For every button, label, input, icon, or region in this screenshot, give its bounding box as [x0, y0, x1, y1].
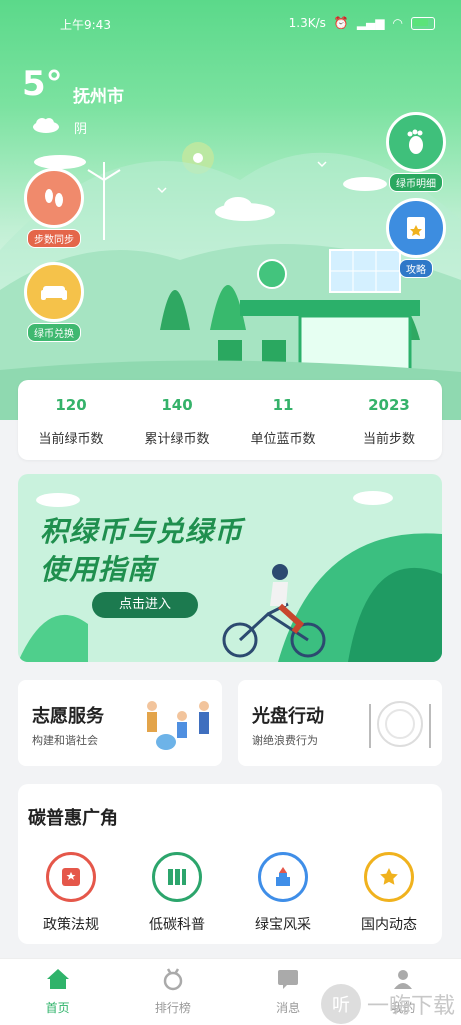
foot-icon	[386, 112, 446, 172]
steps-sync-label: 步数同步	[27, 229, 81, 248]
stat-label: 当前绿币数	[38, 432, 104, 447]
books-icon	[152, 852, 202, 902]
stat-label: 单位蓝币数	[250, 432, 316, 447]
watermark-text: 一嗨下载	[366, 994, 455, 1019]
coin-exchange-button[interactable]: 绿币兑换	[24, 262, 84, 342]
volunteer-card[interactable]: 志愿服务 构建和谐社会	[18, 680, 222, 766]
weather-temperature: 5°	[22, 64, 63, 104]
stat-value: 120	[55, 396, 87, 414]
wifi-icon: ◠	[392, 16, 403, 30]
stat-label: 当前步数	[362, 432, 415, 447]
tab-ranking[interactable]: 排行榜	[115, 959, 230, 1025]
guide-button[interactable]: 攻略	[386, 198, 446, 278]
coin-detail-label: 绿币明细	[389, 173, 443, 192]
net-speed: 1.3K/s	[288, 16, 326, 30]
clean-plate-card[interactable]: 光盘行动 谢绝浪费行为	[238, 680, 442, 766]
stat-total-coins[interactable]: 140 累计绿币数	[124, 380, 230, 460]
clean-plate-subtitle: 谢绝浪费行为	[252, 734, 318, 747]
stat-label: 累计绿币数	[144, 432, 210, 447]
status-bar: 上午9:43 1.3K/s ⏰ ▂▄▆ ◠	[0, 0, 461, 46]
guide-banner[interactable]: 积绿币与兑绿币 使用指南 点击进入	[18, 474, 442, 662]
banner-title-line2: 使用指南	[40, 553, 157, 586]
science-item[interactable]: 低碳科普	[124, 852, 230, 934]
style-label: 绿宝风采	[255, 917, 311, 933]
weather-city[interactable]: 抚州市	[73, 82, 124, 107]
coin-exchange-label: 绿币兑换	[27, 323, 81, 342]
tower-icon	[258, 852, 308, 902]
clean-plate-title: 光盘行动	[252, 706, 324, 727]
carbon-heading: 碳普惠广角	[28, 808, 118, 829]
volunteer-title: 志愿服务	[32, 706, 104, 727]
carbon-section: 碳普惠广角 政策法规 低碳科普 绿宝风采 国内动态	[18, 784, 442, 944]
sofa-icon	[24, 262, 84, 322]
plate-illustration	[369, 701, 431, 748]
carbon-icons-row: 政策法规 低碳科普 绿宝风采 国内动态	[18, 852, 442, 934]
stats-card: 120 当前绿币数 140 累计绿币数 11 单位蓝币数 2023 当前步数	[18, 380, 442, 460]
status-icons: 1.3K/s ⏰ ▂▄▆ ◠	[289, 16, 435, 30]
policy-label: 政策法规	[43, 917, 99, 933]
home-icon	[46, 969, 69, 989]
tab-ranking-label: 排行榜	[154, 1001, 191, 1015]
stat-current-steps[interactable]: 2023 当前步数	[336, 380, 442, 460]
news-label: 国内动态	[361, 917, 417, 933]
signal-icon: ▂▄▆	[356, 16, 385, 30]
stat-value: 140	[161, 396, 193, 414]
stat-value: 11	[272, 396, 294, 414]
tab-home-label: 首页	[45, 1001, 70, 1015]
medal-icon	[163, 968, 183, 991]
policy-item[interactable]: 政策法规	[18, 852, 124, 934]
stat-unit-blue-coins[interactable]: 11 单位蓝币数	[230, 380, 336, 460]
news-item[interactable]: 国内动态	[336, 852, 442, 934]
volunteer-subtitle: 构建和谐社会	[32, 734, 98, 747]
banner-enter-button[interactable]: 点击进入	[92, 592, 198, 618]
coin-detail-button[interactable]: 绿币明细	[386, 112, 446, 192]
watermark-logo-icon: 听	[320, 984, 361, 1024]
star-icon	[364, 852, 414, 902]
tab-home[interactable]: 首页	[0, 959, 115, 1025]
stat-value: 2023	[368, 396, 410, 414]
battery-icon	[411, 16, 435, 30]
steps-sync-button[interactable]: 步数同步	[24, 168, 84, 248]
cloud-icon	[33, 118, 59, 133]
footprints-icon	[24, 168, 84, 228]
weather-condition: 阴	[74, 122, 88, 137]
volunteers-illustration	[147, 701, 209, 750]
watermark: 听 一嗨下载	[320, 984, 455, 1024]
stat-current-coins[interactable]: 120 当前绿币数	[18, 380, 124, 460]
science-label: 低碳科普	[149, 917, 205, 933]
banner-title-line1: 积绿币与兑绿币	[40, 515, 244, 548]
policy-icon	[46, 852, 96, 902]
style-item[interactable]: 绿宝风采	[230, 852, 336, 934]
guide-label: 攻略	[399, 259, 433, 278]
message-icon	[278, 970, 299, 989]
alarm-icon: ⏰	[333, 16, 349, 30]
guide-book-icon	[386, 198, 446, 258]
status-time: 上午9:43	[60, 18, 111, 32]
